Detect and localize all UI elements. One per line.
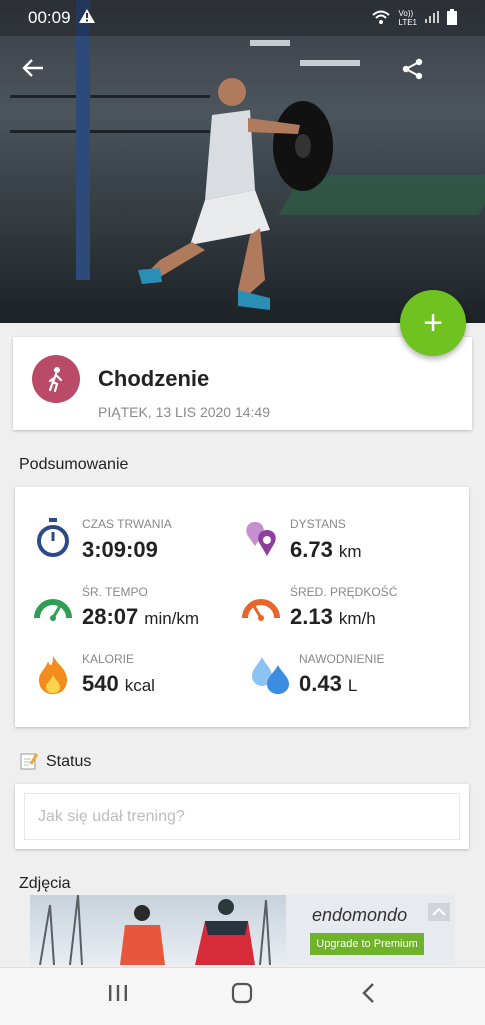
metric-value: 540 kcal: [82, 671, 155, 696]
speedometer-orange-icon: [242, 599, 280, 621]
gym-post: [76, 0, 90, 280]
status-input[interactable]: Jak się udał trening?: [24, 793, 460, 840]
ad-banner[interactable]: endomondo Upgrade to Premium: [30, 895, 455, 965]
metric-label: DYSTANS: [290, 517, 346, 531]
metric-value: 0.43 L: [299, 671, 358, 696]
ad-brand: endomondo: [312, 905, 408, 925]
wifi-icon: [372, 10, 391, 27]
clock: 00:09: [28, 8, 71, 27]
warning-icon: [78, 8, 95, 28]
status-bar: 00:09 Vo)) LTE1: [0, 0, 485, 36]
system-nav-bar: [0, 967, 485, 1025]
metric-value: 3:09:09: [82, 537, 158, 562]
metric-label: CZAS TRWANIA: [82, 517, 172, 531]
share-icon[interactable]: [402, 58, 424, 85]
note-pencil-icon: [20, 753, 38, 770]
walking-person-icon: [48, 367, 63, 392]
activity-title: Chodzenie: [98, 366, 210, 391]
metric-label: NAWODNIENIE: [299, 652, 385, 666]
speedometer-green-icon: [34, 599, 72, 621]
ad-upgrade-button[interactable]: Upgrade to Premium: [310, 933, 424, 955]
back-arrow-icon[interactable]: [22, 58, 44, 83]
recent-apps-icon[interactable]: [107, 982, 129, 1009]
water-drops-icon: [252, 657, 289, 694]
ad-info-icon[interactable]: [428, 903, 450, 921]
network-label: Vo)) LTE1: [398, 9, 417, 27]
battery-icon: [447, 8, 457, 28]
metric-label: ŚR. TEMPO: [82, 585, 148, 599]
ceiling-light: [300, 60, 360, 66]
activity-date: PIĄTEK, 13 LIS 2020 14:49: [98, 404, 271, 420]
photos-heading: Zdjęcia: [19, 875, 71, 892]
stopwatch-icon: [37, 518, 69, 557]
metric-value: 2.13 km/h: [290, 604, 376, 629]
ad-photo: [30, 895, 286, 965]
add-button[interactable]: +: [400, 290, 466, 356]
activity-type-badge: [32, 355, 80, 403]
map-pins-icon: [246, 522, 276, 556]
nav-back-icon[interactable]: [358, 982, 380, 1009]
metric-label: ŚRED. PRĘDKOŚĆ: [290, 585, 398, 599]
plus-icon: +: [423, 303, 443, 342]
ceiling-light: [250, 40, 290, 46]
summary-heading: Podsumowanie: [19, 456, 129, 473]
signal-icon: [425, 10, 439, 26]
athlete-illustration: [138, 78, 333, 310]
hero-image: [0, 0, 485, 323]
home-icon[interactable]: [231, 982, 253, 1009]
ad-runners-illustration: [39, 895, 271, 965]
metric-value: 6.73 km: [290, 537, 362, 562]
status-heading: Status: [46, 753, 92, 770]
metric-label: KALORIE: [82, 652, 135, 666]
flame-icon: [39, 656, 67, 694]
metric-value: 28:07 min/km: [82, 604, 200, 629]
